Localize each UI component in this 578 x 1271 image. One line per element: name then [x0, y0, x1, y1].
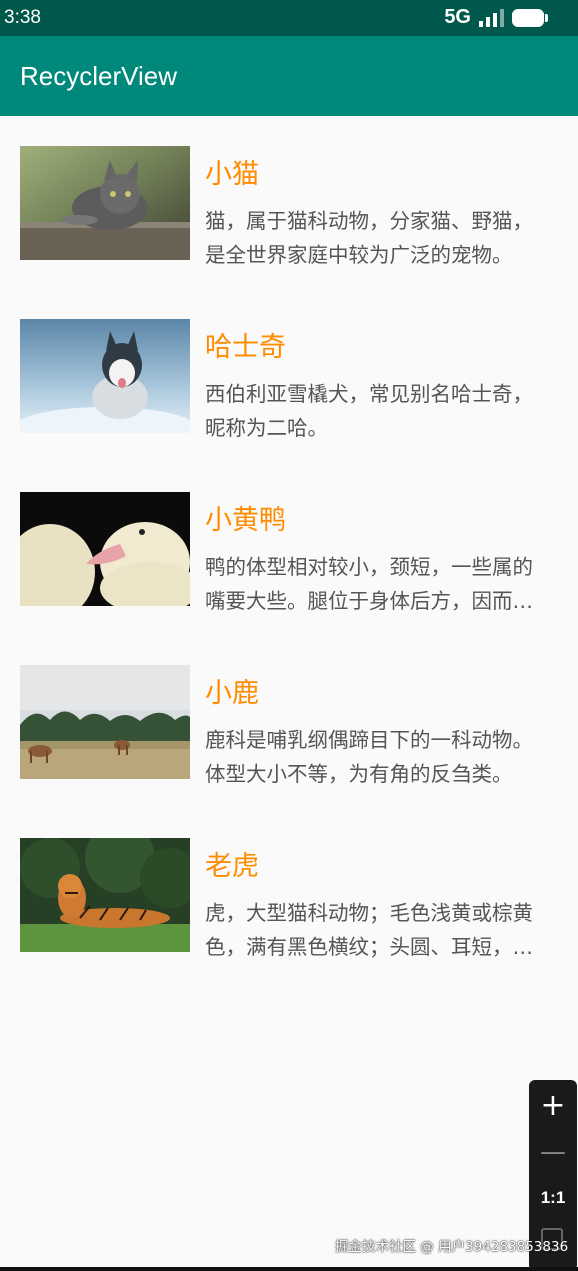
item-description: 猫，属于猫科动物，分家猫、野猫，是全世界家庭中较为广泛的宠物。: [205, 209, 533, 267]
item-title: 小鹿: [205, 678, 259, 709]
list-item[interactable]: 哈士奇 西伯利亚雪橇犬，常见别名哈士奇，昵称为二哈。: [0, 289, 578, 462]
watermark: 掘金技术社区 @ 用户3942838538​36: [335, 1239, 569, 1255]
network-label: 5G: [444, 6, 471, 28]
item-description: 鸭的体型相对较小，颈短，一些属的嘴要大些。腿位于身体后方，因而步态蹒跚。: [205, 555, 533, 613]
duckling-photo: [20, 492, 190, 606]
cat-photo: [20, 146, 190, 260]
battery-icon: [512, 8, 548, 27]
item-description: 虎，大型猫科动物；毛色浅黄或棕黄色，满有黑色横纹；头圆、耳短，耳背面黑色。: [205, 901, 533, 959]
item-title: 哈士奇: [205, 332, 286, 363]
item-description: 鹿科是哺乳纲偶蹄目下的一科动物。体型大小不等，为有角的反刍类。: [205, 728, 533, 786]
app-bar: RecyclerView: [0, 36, 578, 116]
husky-photo: [20, 319, 190, 433]
list-item[interactable]: 小鹿 鹿科是哺乳纲偶蹄目下的一科动物。体型大小不等，为有角的反刍类。: [0, 635, 578, 808]
item-title: 老虎: [205, 851, 259, 882]
bottom-edge: [0, 1267, 578, 1271]
list-item[interactable]: 小猫 猫，属于猫科动物，分家猫、野猫，是全世界家庭中较为广泛的宠物。: [0, 116, 578, 289]
deer-photo: [20, 665, 190, 779]
recycler-list[interactable]: 小猫 猫，属于猫科动物，分家猫、野猫，是全世界家庭中较为广泛的宠物。 哈士奇 西…: [0, 116, 578, 981]
tiger-photo: [20, 838, 190, 952]
item-description: 西伯利亚雪橇犬，常见别名哈士奇，昵称为二哈。: [205, 382, 533, 440]
app-title: RecyclerView: [20, 61, 178, 91]
zoom-reset-button[interactable]: 1:1: [529, 1178, 577, 1218]
zoom-out-button[interactable]: —: [529, 1132, 577, 1172]
item-title: 小黄鸭: [205, 505, 286, 536]
zoom-in-button[interactable]: +: [529, 1086, 577, 1126]
status-time: 3:38: [4, 7, 41, 28]
signal-icon: [479, 8, 504, 27]
list-item[interactable]: 小黄鸭 鸭的体型相对较小，颈短，一些属的嘴要大些。腿位于身体后方，因而步态蹒跚。: [0, 462, 578, 635]
status-bar: 3:38 5G: [0, 0, 578, 36]
item-title: 小猫: [205, 159, 259, 190]
status-icons: 5G: [444, 6, 548, 29]
list-item[interactable]: 老虎 虎，大型猫科动物；毛色浅黄或棕黄色，满有黑色横纹；头圆、耳短，耳背面黑色。: [0, 808, 578, 981]
